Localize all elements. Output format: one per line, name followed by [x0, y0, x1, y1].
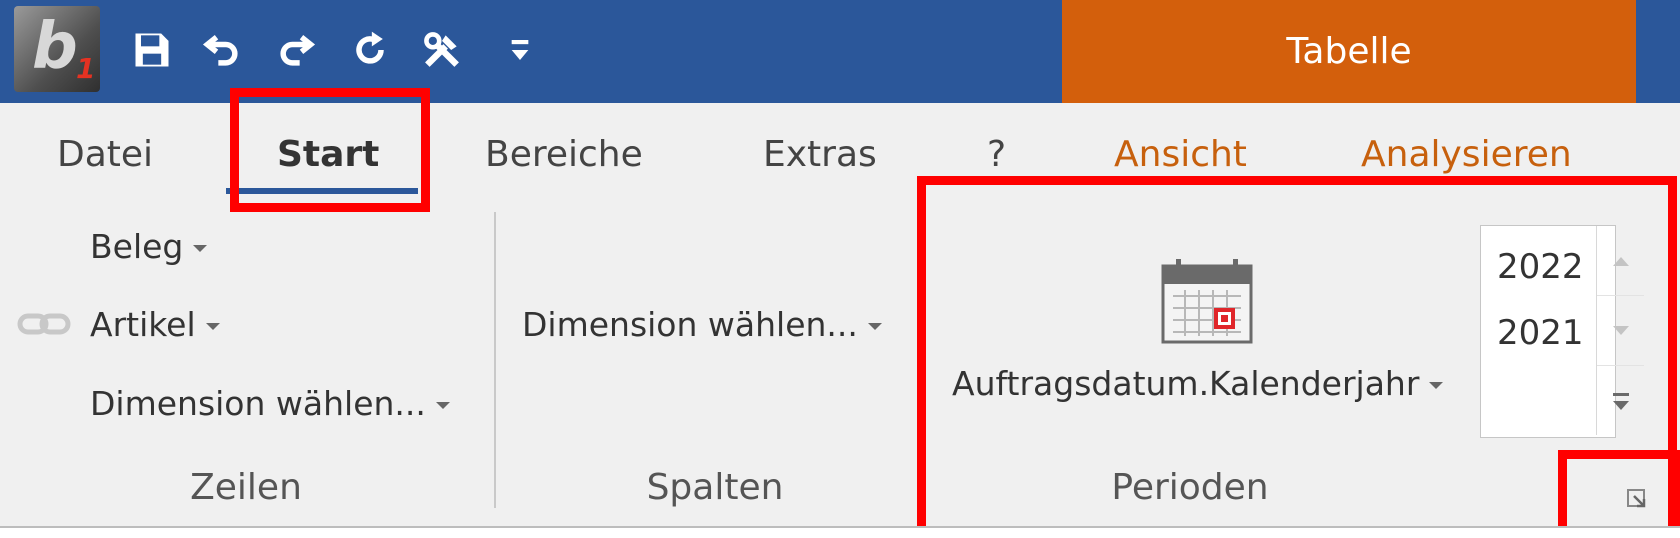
- customize-qat-icon[interactable]: [500, 22, 540, 78]
- zeilen-item-beleg[interactable]: Beleg: [90, 225, 208, 267]
- logo-letter: b: [32, 10, 78, 84]
- chevron-up-icon: [1612, 256, 1629, 266]
- spalten-item-dimension[interactable]: Dimension wählen...: [522, 303, 882, 345]
- scroll-up-button[interactable]: [1597, 226, 1644, 296]
- redo-icon[interactable]: [270, 22, 322, 78]
- group-separator: [494, 212, 496, 508]
- refresh-icon[interactable]: [344, 22, 396, 78]
- chevron-down-icon: [205, 322, 220, 330]
- tab-analysieren[interactable]: Analysieren: [1361, 128, 1572, 180]
- zeilen-item-label: Dimension wählen...: [90, 383, 426, 423]
- zeilen-item-label: Artikel: [90, 304, 196, 344]
- year-item[interactable]: 2021: [1497, 313, 1584, 353]
- tab-bereiche[interactable]: Bereiche: [485, 128, 643, 180]
- save-icon[interactable]: [126, 22, 178, 78]
- tab-datei[interactable]: Datei: [57, 128, 153, 180]
- logo-subscript: 1: [76, 52, 96, 85]
- zeilen-item-label: Beleg: [90, 226, 184, 266]
- active-tab-indicator: [226, 188, 418, 194]
- ribbon-bottom-edge: [0, 526, 1680, 538]
- context-tab-tabelle[interactable]: Tabelle: [1062, 0, 1636, 103]
- highlight-dialog-launcher: [1558, 450, 1680, 536]
- chevron-down-icon: [193, 244, 208, 252]
- perioden-dropdown[interactable]: Auftragsdatum.Kalenderjahr: [952, 362, 1444, 404]
- year-list-scroll: [1596, 226, 1644, 435]
- expand-gallery-icon: [1612, 392, 1629, 410]
- calendar-icon[interactable]: [1160, 258, 1254, 344]
- tools-icon[interactable]: [416, 22, 468, 78]
- tab-start[interactable]: Start: [277, 128, 379, 180]
- spalten-item-label: Dimension wählen...: [522, 304, 858, 344]
- scroll-down-button[interactable]: [1597, 296, 1644, 366]
- dialog-launcher-icon[interactable]: [1622, 484, 1652, 514]
- zeilen-item-artikel[interactable]: Artikel: [90, 303, 220, 345]
- tab-extras[interactable]: Extras: [763, 128, 877, 180]
- group-title-perioden: Perioden: [1111, 466, 1269, 508]
- chevron-down-icon: [1612, 325, 1629, 335]
- group-title-spalten: Spalten: [646, 466, 784, 508]
- chevron-down-icon: [1429, 381, 1444, 389]
- tab-ansicht[interactable]: Ansicht: [1114, 128, 1247, 180]
- group-title-zeilen: Zeilen: [190, 466, 302, 508]
- link-icon: [16, 308, 72, 340]
- year-item[interactable]: 2022: [1497, 247, 1584, 287]
- app-logo[interactable]: b 1: [14, 6, 100, 92]
- chevron-down-icon: [435, 401, 450, 409]
- zeilen-item-dimension[interactable]: Dimension wählen...: [90, 382, 450, 424]
- chevron-down-icon: [867, 322, 882, 330]
- tab-help[interactable]: ?: [987, 128, 1006, 180]
- expand-gallery-button[interactable]: [1597, 366, 1644, 435]
- undo-icon[interactable]: [196, 22, 248, 78]
- perioden-dropdown-label: Auftragsdatum.Kalenderjahr: [952, 363, 1420, 403]
